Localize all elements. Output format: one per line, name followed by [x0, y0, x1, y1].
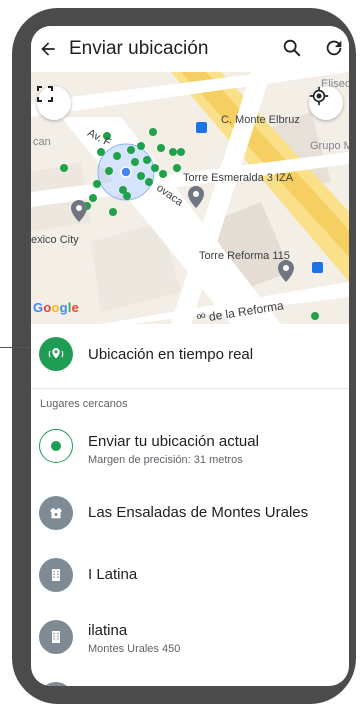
place-name: I Latina	[88, 566, 138, 583]
place-detail: Montes Urales 450	[88, 643, 181, 655]
back-button[interactable]	[35, 36, 61, 62]
place-icon-partial	[39, 682, 73, 686]
fullscreen-icon	[37, 86, 53, 102]
restaurant-icon	[39, 496, 73, 530]
building-icon	[39, 558, 73, 592]
google-logo: Google	[33, 300, 80, 315]
map-label-torre-esmeralda: Torre Esmeralda 3 IZA	[183, 172, 294, 184]
screen: Enviar ubicación C. Monte Elbruz Eliseo …	[31, 26, 349, 686]
my-location-button[interactable]	[309, 86, 343, 120]
map-label-grupo: Grupo M	[310, 140, 349, 152]
place-row-partial[interactable]	[31, 670, 349, 686]
live-location-icon-wrap	[39, 337, 73, 371]
nearby-section-heading: Lugares cercanos	[40, 398, 128, 410]
place-row-current[interactable]: Enviar tu ubicación actual Margen de pre…	[31, 417, 349, 475]
arrow-back-icon	[41, 42, 55, 56]
place-row[interactable]: Las Ensaladas de Montes Urales	[31, 484, 349, 542]
search-icon	[283, 39, 301, 57]
building-glyph	[52, 569, 60, 581]
restaurant-glyph	[50, 507, 62, 519]
map-label-monte-elbruz: C. Monte Elbruz	[221, 114, 300, 126]
map-canvas	[31, 72, 349, 324]
page-title: Enviar ubicación	[69, 38, 209, 59]
fullscreen-button[interactable]	[37, 86, 71, 120]
my-location-icon	[309, 86, 329, 106]
live-location-row[interactable]: Ubicación en tiempo real	[31, 326, 349, 384]
place-name: ilatina	[88, 622, 128, 639]
map-view[interactable]: C. Monte Elbruz Eliseo Grupo M can Av. F…	[31, 72, 349, 324]
place-row[interactable]: I Latina	[31, 546, 349, 604]
map-label-torre-reforma: Torre Reforma 115	[199, 250, 290, 262]
current-location-dot	[51, 441, 61, 451]
building-icon	[39, 620, 73, 654]
current-location-icon	[39, 429, 73, 463]
place-detail: Margen de precisión: 31 metros	[88, 454, 243, 466]
refresh-button[interactable]	[323, 37, 347, 61]
place-name: Enviar tu ubicación actual	[88, 433, 259, 450]
map-label-mexico-city: exico City	[31, 234, 79, 246]
place-name: Las Ensaladas de Montes Urales	[88, 504, 309, 521]
app-bar: Enviar ubicación	[31, 26, 349, 72]
building-glyph	[52, 631, 60, 643]
live-location-icon	[48, 348, 64, 359]
map-label-cam: can	[33, 136, 51, 148]
live-location-label: Ubicación en tiempo real	[88, 346, 254, 363]
place-row[interactable]: ilatina Montes Urales 450	[31, 608, 349, 666]
divider	[31, 388, 349, 389]
refresh-icon	[326, 40, 342, 56]
search-button[interactable]	[281, 37, 305, 61]
